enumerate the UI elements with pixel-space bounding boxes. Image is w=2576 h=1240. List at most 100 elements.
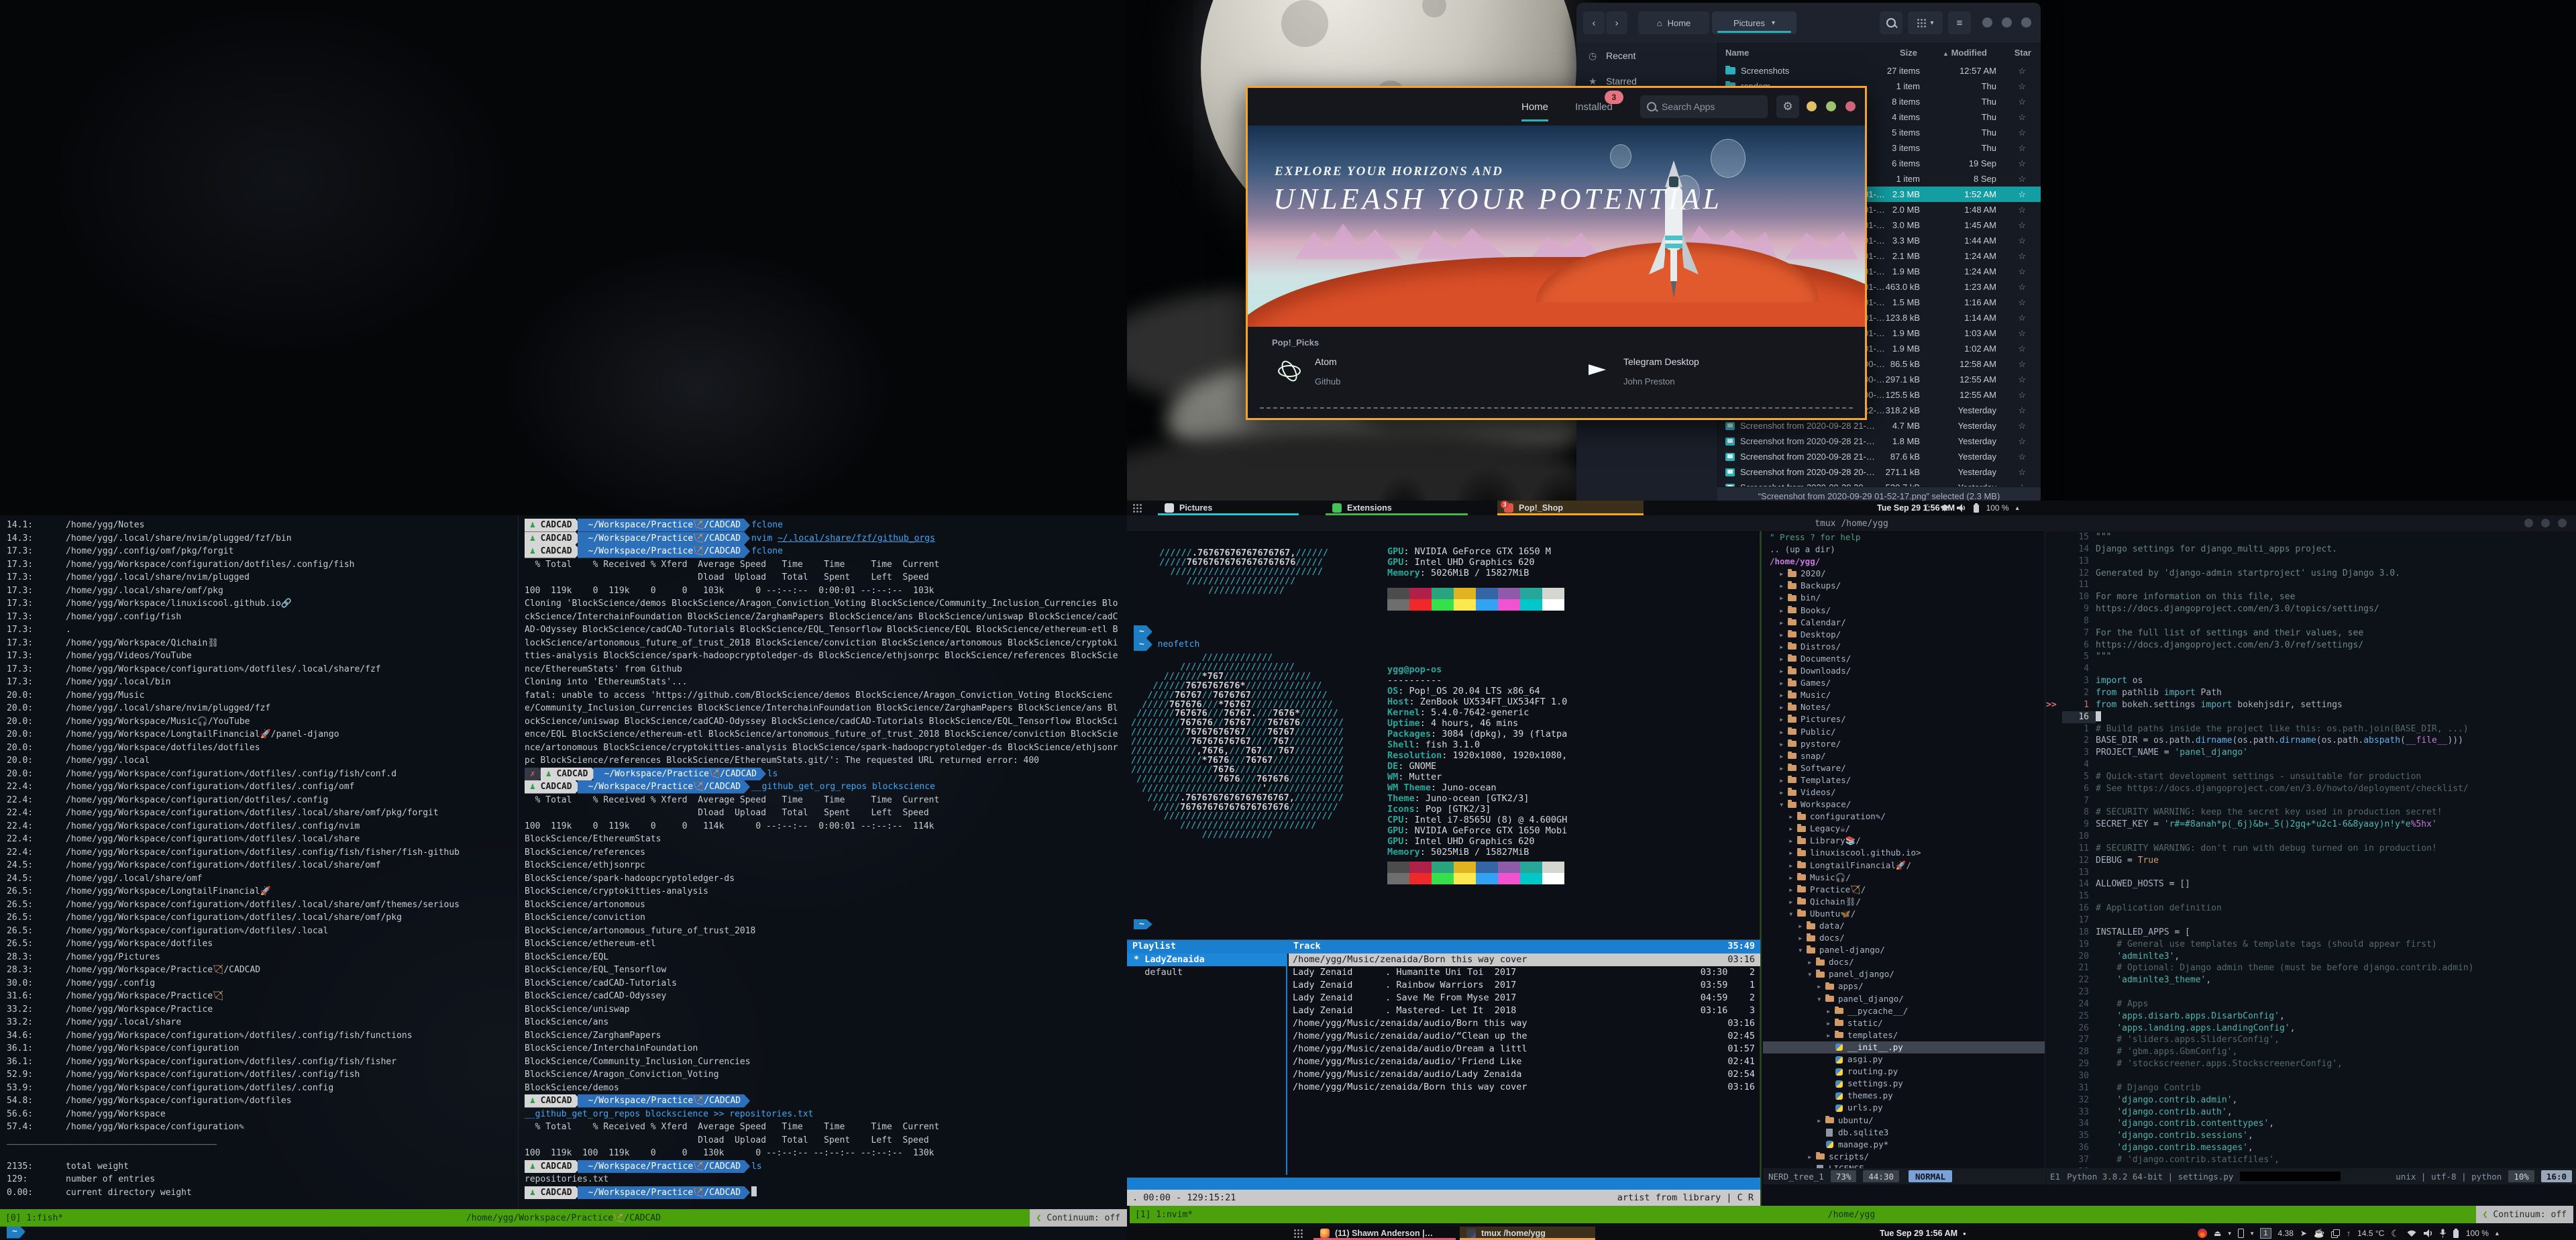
tree-item[interactable]: " Press ? for help [1763,531,2045,544]
star-icon[interactable]: ☆ [2018,143,2026,154]
tree-item[interactable]: ▸templates/ [1763,1029,2045,1041]
tree-item[interactable]: __init__.py [1763,1041,2045,1053]
cmus-track-row[interactable]: /home/ygg/Music/zenaida/audio/'Friend Li… [1289,1055,1760,1068]
taskbar-button-3[interactable]: 3Pop!_Shop [1497,501,1644,515]
star-icon[interactable]: ☆ [2018,266,2026,277]
tab-home[interactable]: Home [1521,95,1548,119]
cmus-track-row[interactable]: Lady Zenaid . Mastered- Let It 201803:16… [1289,1004,1760,1017]
terminal-titlebar[interactable]: tmux /home/ygg [1127,515,2576,532]
tree-item[interactable]: ▸Documents/ [1763,653,2045,665]
chevron-down-icon[interactable]: ▾ [2251,1230,2254,1237]
sidebar-item-recent[interactable]: ◷Recent [1576,43,1717,68]
breadcrumb-home[interactable]: ⌂Home [1638,11,1709,34]
tree-item[interactable]: ▸Legacy☕/ [1763,823,2045,835]
sensor-applet-icon[interactable] [2198,1229,2207,1238]
star-icon[interactable]: ☆ [2018,236,2026,246]
star-icon[interactable]: ☆ [2018,405,2026,416]
cmus-track-row[interactable]: Lady Zenaid . Humanite Uni Toi 201703:30… [1289,966,1760,979]
night-light-icon[interactable]: ☾ [1924,503,1933,514]
tree-item[interactable]: ▸Books/ [1763,605,2045,617]
cmus-track-row[interactable]: /home/ygg/Music/zenaida/Born this way co… [1289,953,1760,966]
tree-item[interactable]: ▸Notes/ [1763,701,2045,713]
nerdtree-pane[interactable]: " Press ? for help.. (up a dir)/home/ygg… [1763,531,2045,1184]
app-card-telegram[interactable]: Telegram Desktop John Preston [1580,354,1795,397]
cmus-player-pane[interactable]: Playlist Track 35:49 * LadyZenaida defau… [1127,940,1760,1206]
wifi-icon[interactable] [1939,504,1950,512]
tree-item[interactable]: manage.py* [1763,1139,2045,1151]
maximize-button[interactable] [1826,101,1836,111]
caffeine-icon[interactable]: ☕ [2314,1228,2324,1239]
column-modified[interactable]: ▲ Modified [1943,48,1987,58]
close-button[interactable] [2558,519,2567,527]
battery-icon[interactable] [1973,503,1980,513]
close-button[interactable] [1845,101,1856,111]
column-size[interactable]: Size [1900,48,1917,58]
tree-item[interactable]: ▸Backups/ [1763,580,2045,592]
star-icon[interactable]: ☆ [2018,328,2026,339]
cmus-playlist-item[interactable]: default [1127,966,1286,979]
cmus-track-row[interactable]: Lady Zenaid . Rainbow Warriors 201703:59… [1289,979,1760,992]
tmux-statusbar-left[interactable]: [0] 1:fish* /home/ygg/Workspace/Practice… [0,1209,1127,1227]
tree-item[interactable]: .. (up a dir) [1763,544,2045,556]
tree-item[interactable]: ▸scripts/ [1763,1151,2045,1163]
cmus-tracklist[interactable]: /home/ygg/Music/zenaida/Born this way co… [1289,953,1760,1175]
tree-item[interactable]: asgi.py [1763,1053,2045,1066]
table-row[interactable]: Screenshot from 2020-09-28 21-…87.6 kBYe… [1717,449,2041,464]
tree-item[interactable]: ▸Music🎧/ [1763,872,2045,884]
star-icon[interactable]: ☆ [2018,127,2026,138]
star-icon[interactable]: ☆ [2018,174,2026,185]
star-icon[interactable]: ☆ [2018,282,2026,293]
star-icon[interactable]: ☆ [2018,189,2026,200]
app-card-atom[interactable]: Atom Github [1272,354,1487,397]
tray-expand-icon[interactable]: ▴ [2496,1230,2499,1237]
star-icon[interactable]: ☆ [2018,467,2026,478]
cadcad-shell-pane[interactable]: ♟ CADCAD~/Workspace/Practice🏹/CADCAD fcl… [525,519,1122,1199]
tree-item[interactable]: ▸bin/ [1763,592,2045,604]
star-icon[interactable]: ☆ [2018,205,2026,215]
featured-banner[interactable]: EXPLORE YOUR HORIZONS AND UNLEASH YOUR P… [1248,125,1865,327]
chevron-down-icon[interactable]: ▾ [2228,1230,2231,1237]
tree-item[interactable]: ▸Software/ [1763,762,2045,774]
tree-item[interactable]: ▸docs/ [1763,932,2045,944]
tree-item[interactable]: ▸Practice🏹/ [1763,884,2045,896]
taskbar-button-1[interactable]: Pictures [1158,501,1299,515]
wifi-icon[interactable] [2406,1229,2417,1237]
system-tray-top[interactable]: ☾ 100 % ▴ [1924,501,2019,515]
cmus-track-row[interactable]: /home/ygg/Music/zenaida/audio/Lady Zenai… [1289,1068,1760,1081]
eject-icon[interactable]: ⏏ [2214,1229,2221,1238]
tree-item[interactable]: ▸Music/ [1763,689,2045,701]
close-button[interactable] [2021,17,2031,28]
cmus-track-row[interactable]: /home/ygg/Music/zenaida/audio/Born this … [1289,1017,1760,1030]
autojump-stats-pane[interactable]: 14.1:/home/ygg/Notes14.3:/home/ygg/.loca… [7,519,513,1239]
tree-item[interactable]: ▸configuration✎/ [1763,811,2045,823]
tree-item[interactable]: /home/ygg/ [1763,556,2045,568]
tree-item[interactable]: ▸docs/ [1763,956,2045,968]
microphone-icon[interactable] [2440,1229,2446,1238]
terminal-window-left[interactable]: 14.1:/home/ygg/Notes14.3:/home/ygg/.loca… [0,515,1127,1240]
taskbar-button-2[interactable]: tmux /home/ygg [1460,1227,1595,1240]
column-star[interactable]: Star [2015,48,2031,58]
star-icon[interactable]: ☆ [2018,390,2026,401]
tree-item[interactable]: ▸Downloads/ [1763,665,2045,677]
minimize-button[interactable] [2524,519,2533,527]
back-button[interactable]: ‹ [1583,11,1605,34]
forward-button[interactable]: › [1606,11,1627,34]
star-icon[interactable]: ☆ [2018,344,2026,354]
table-row[interactable]: Screenshot from 2020-09-28 21-…4.7 MBYes… [1717,418,2041,433]
tree-item[interactable]: db.sqlite3 [1763,1127,2045,1139]
tree-item[interactable]: ▸pystore/ [1763,738,2045,750]
star-icon[interactable]: ☆ [2018,251,2026,262]
tree-item[interactable]: routing.py [1763,1066,2045,1078]
view-toggle-button[interactable]: ▾ [1908,11,1943,34]
cmus-track-row[interactable]: /home/ygg/Music/zenaida/audio/“Clean up … [1289,1030,1760,1043]
star-icon[interactable]: ☆ [2018,220,2026,231]
star-icon[interactable]: ☆ [2018,359,2026,370]
system-tray-bottom[interactable]: ⏏ ▾ ▾ 1 4.38 ➤ ☕ ↑ 14.5 °C ☾ 100 % ▴ [2198,1227,2499,1240]
tab-installed[interactable]: Installed 3 [1575,95,1613,119]
tree-item[interactable]: ▸Templates/ [1763,774,2045,786]
tree-item[interactable]: ▸__pycache__/ [1763,1005,2045,1017]
tree-item[interactable]: ▸Videos/ [1763,786,2045,798]
star-icon[interactable]: ☆ [2018,158,2026,169]
table-row[interactable]: Screenshots27 items12:57 AM☆ [1717,63,2041,79]
table-row[interactable]: Screenshot from 2020-09-28 20-…271.1 kBY… [1717,464,2041,480]
